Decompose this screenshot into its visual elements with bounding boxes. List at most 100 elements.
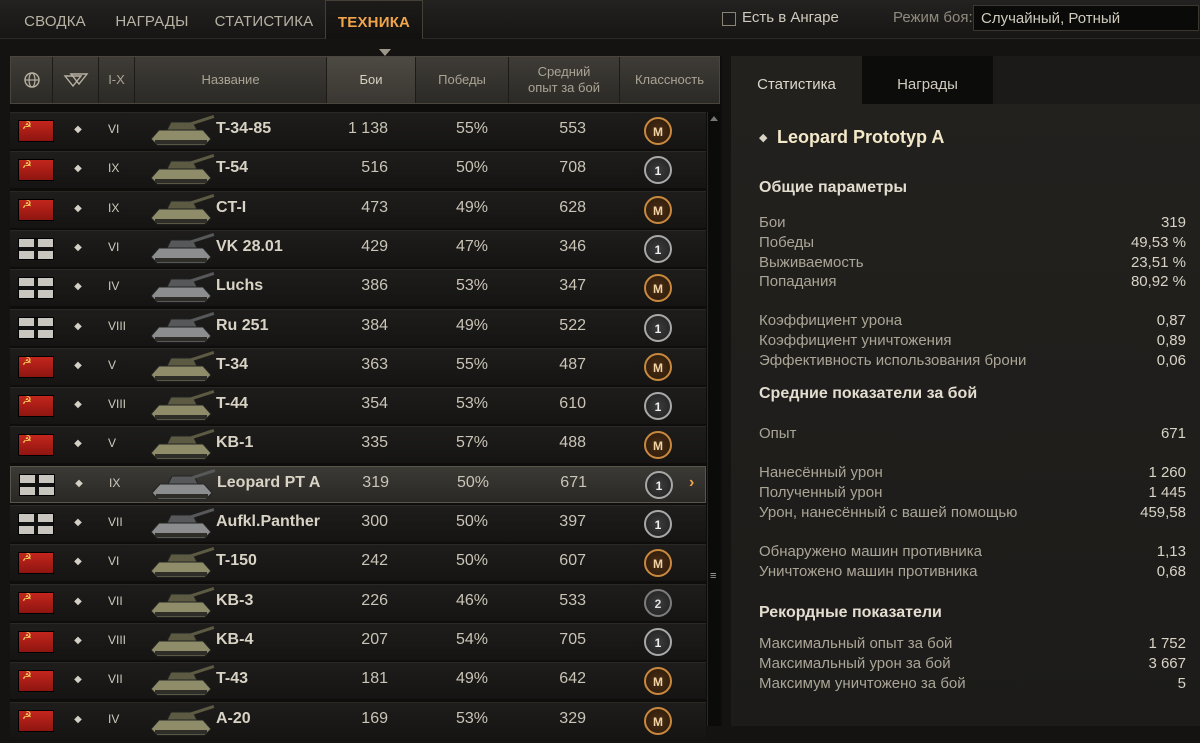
stat-label: Победы	[759, 234, 815, 251]
class-column-header[interactable]	[53, 57, 99, 103]
stat-label: Максимум уничтожено за бой	[759, 675, 966, 692]
mastery-badge-icon: M	[644, 352, 672, 381]
name-column-header[interactable]: Название	[135, 57, 327, 103]
scroll-up-arrow-icon[interactable]	[710, 116, 718, 121]
battles-value: 363	[361, 355, 388, 373]
stat-label: Полученный урон	[759, 484, 883, 501]
table-row[interactable]: ◆ VII T-43 181 49% 642 M	[10, 662, 706, 700]
table-row[interactable]: ◆ VIII Ru 251 384 49% 522 1	[10, 308, 706, 346]
stat-label: Максимальный опыт за бой	[759, 635, 953, 652]
sort-desc-icon	[379, 49, 391, 56]
table-row[interactable]: ◆ IX Leopard PT A 319 50% 671 1 ›	[10, 465, 706, 503]
table-row[interactable]: ◆ VIII KB-4 207 54% 705 1	[10, 622, 706, 660]
vehicle-name: T-150	[216, 552, 257, 570]
vehicle-name: T-34-85	[216, 120, 272, 137]
table-row[interactable]: ◆ VII Aufkl.Panther 300 50% 397 1	[10, 505, 706, 542]
battles-value: 169	[361, 709, 388, 727]
vehicle-tier: VI	[108, 122, 120, 136]
avg-exp-value: 488	[559, 434, 586, 452]
wins-column-header[interactable]: Победы	[416, 57, 509, 103]
vehicle-tier: VI	[108, 239, 120, 254]
vehicle-class-icon	[63, 73, 88, 88]
nation-column-header[interactable]	[11, 57, 53, 103]
avg-exp-value: 346	[559, 237, 586, 255]
mastery-badge-icon: 1	[644, 627, 672, 656]
table-row[interactable]: ◆ VI T-150 242 50% 607 M	[10, 544, 706, 582]
battles-value: 226	[361, 591, 388, 609]
details-body: ◆ Leopard Prototyp A Общие параметры Бои 3…	[731, 104, 1200, 726]
table-row[interactable]: ◆ IV A-20 169 53% 329 M	[10, 701, 706, 739]
tab-awards[interactable]: НАГРАДЫ	[104, 0, 200, 38]
wins-value: 49%	[455, 316, 488, 334]
avg-exp-value: 347	[559, 277, 586, 295]
vehicle-name: T-34	[216, 355, 249, 373]
tab-details-awards[interactable]: Награды	[862, 56, 993, 104]
wins-value: 46%	[455, 591, 488, 609]
table-row[interactable]: ◆ IX CT-I 473 49% 628 M	[10, 190, 706, 228]
selected-row-arrow-icon: ›	[689, 473, 695, 491]
battle-mode-select[interactable]: Случайный, Ротный	[973, 5, 1199, 31]
battles-value: 354	[361, 395, 388, 413]
avg-exp-column-header[interactable]: Средний опыт за бой	[509, 57, 620, 103]
scroll-grip-icon[interactable]: ≡	[710, 570, 718, 582]
germany-flag-icon	[18, 513, 54, 535]
mastery-badge-icon: 2	[644, 588, 672, 617]
table-row[interactable]: ◆ VII KB-3 226 46% 533 2	[10, 583, 706, 621]
tank-image	[145, 586, 217, 620]
stat-value: 49,53 %	[1130, 234, 1186, 251]
tier-column-header[interactable]: I-X	[99, 57, 135, 103]
table-row[interactable]: ◆ VI VK 28.01 429 47% 346 1	[10, 229, 706, 267]
table-row[interactable]: ◆ IX T-54 516 50% 708 1	[10, 151, 706, 189]
vehicle-class-icon: ◆	[74, 674, 82, 686]
germany-flag-icon	[18, 316, 54, 339]
table-row[interactable]: ◆ VI T-34-85 1 138 55% 553 M	[10, 112, 706, 149]
wins-value: 49%	[455, 670, 488, 688]
vehicle-tier: VII	[108, 515, 123, 529]
stat-label: Выживаемость	[759, 254, 864, 271]
in-garage-checkbox[interactable]	[722, 12, 736, 26]
battles-value: 429	[361, 237, 388, 255]
tank-image	[145, 272, 217, 305]
table-row[interactable]: ◆ V T-34 363 55% 487 M	[10, 347, 706, 385]
table-scrollbar[interactable]: ≡	[707, 112, 720, 726]
vehicle-tier: IV	[108, 279, 120, 294]
tab-vehicles[interactable]: ТЕХНИКА	[325, 0, 423, 39]
vehicle-name: KB-4	[216, 630, 254, 648]
table-row[interactable]: ◆ IV Luchs 386 53% 347 M	[10, 269, 706, 307]
ussr-flag-icon	[18, 119, 54, 142]
tab-details-statistics[interactable]: Статистика	[731, 56, 862, 104]
tab-statistics[interactable]: СТАТИСТИКА	[205, 0, 323, 38]
tank-image	[145, 429, 217, 462]
in-garage-label[interactable]: Есть в Ангаре	[742, 9, 839, 26]
vehicle-class-icon: ◆	[74, 163, 82, 175]
battles-value: 207	[361, 630, 388, 648]
stat-label: Обнаружено машин противника	[759, 543, 983, 560]
vehicle-class-icon: ◆	[74, 399, 82, 411]
vehicle-table: I-X Название Бои Победы Средний опыт за …	[10, 49, 722, 739]
stat-value: 3 667	[1148, 655, 1186, 672]
tab-summary[interactable]: СВОДКА	[10, 0, 100, 38]
wins-value: 53%	[455, 395, 488, 413]
table-row[interactable]: ◆ VIII T-44 354 53% 610 1	[10, 387, 706, 425]
ussr-flag-icon	[18, 591, 54, 614]
battles-column-header[interactable]: Бои	[327, 49, 416, 103]
ussr-flag-icon	[18, 709, 54, 732]
mastery-column-header[interactable]: Классность	[620, 57, 719, 103]
mastery-badge-icon: 1	[644, 313, 672, 342]
tank-image	[145, 508, 217, 541]
mastery-badge-icon: M	[644, 549, 672, 578]
battles-value: 335	[361, 434, 388, 452]
battles-value: 319	[362, 473, 389, 491]
stat-value: 319	[1160, 214, 1186, 231]
stat-label: Коэффициент урона	[759, 312, 903, 329]
ussr-flag-icon	[18, 394, 54, 418]
vehicle-tier: VI	[108, 554, 120, 569]
battles-value: 1 138	[347, 120, 388, 137]
wins-value: 50%	[456, 473, 489, 491]
tank-image	[146, 468, 218, 502]
germany-flag-icon	[18, 277, 54, 300]
stat-value: 80,92 %	[1130, 273, 1186, 290]
table-row[interactable]: ◆ V KB-1 335 57% 488 M	[10, 426, 706, 464]
vehicle-class-icon: ◆	[74, 713, 82, 725]
vehicle-name: A-20	[216, 709, 251, 727]
